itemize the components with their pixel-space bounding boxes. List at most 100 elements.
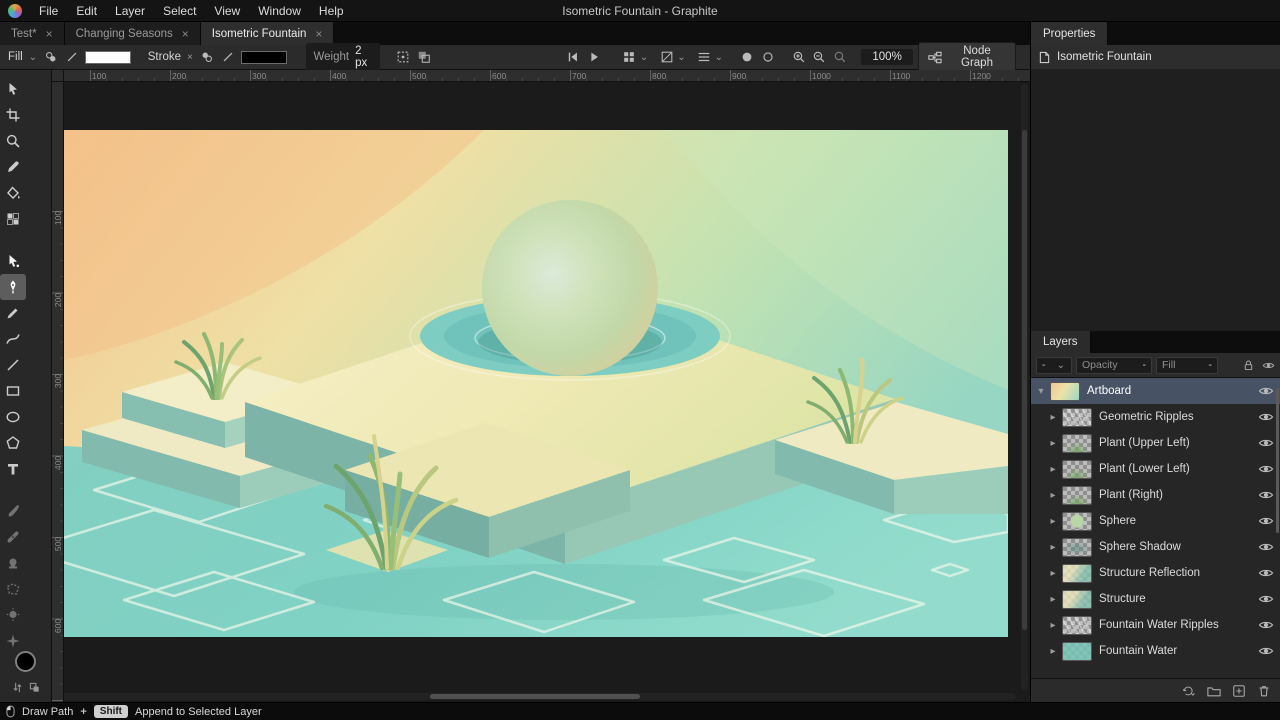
patch-tool[interactable]: [0, 576, 26, 602]
menu-file[interactable]: File: [30, 2, 67, 20]
layer-visibility-toggle[interactable]: [1258, 591, 1274, 607]
layer-row-sphere[interactable]: ▸Sphere: [1031, 508, 1280, 534]
stroke-remove-icon[interactable]: ×: [186, 52, 194, 63]
layer-expand-chevron[interactable]: ▸: [1047, 542, 1059, 553]
artboard[interactable]: [64, 130, 1008, 637]
zoom-out-icon[interactable]: [811, 49, 827, 66]
detail-tool[interactable]: [0, 628, 26, 654]
fill-color-swatch[interactable]: [85, 51, 131, 64]
spline-tool[interactable]: [0, 326, 26, 352]
document-tab-changing-seasons[interactable]: Changing Seasons×: [65, 22, 201, 45]
path-tool[interactable]: [0, 248, 26, 274]
layer-row-geometric-ripples[interactable]: ▸Geometric Ripples: [1031, 404, 1280, 430]
layer-visibility-toggle[interactable]: [1258, 539, 1274, 555]
layer-visibility-toggle[interactable]: [1258, 513, 1274, 529]
ellipse-tool[interactable]: [0, 404, 26, 430]
layer-visibility-toggle[interactable]: [1258, 435, 1274, 451]
brush-tool[interactable]: [0, 498, 26, 524]
fill-field[interactable]: Fill -: [1156, 357, 1218, 374]
opacity-field[interactable]: Opacity -: [1076, 357, 1152, 374]
eyedropper-tool[interactable]: [0, 154, 26, 180]
layer-row-sphere-shadow[interactable]: ▸Sphere Shadow: [1031, 534, 1280, 560]
stroke-weight-field[interactable]: Weight 2 px: [306, 43, 381, 71]
menu-view[interactable]: View: [205, 2, 249, 20]
layer-expand-chevron[interactable]: ▸: [1047, 516, 1059, 527]
canvas-artwork[interactable]: [64, 130, 1008, 637]
freehand-tool[interactable]: [0, 300, 26, 326]
new-folder-icon[interactable]: [1207, 684, 1221, 698]
swap-working-colors-icon[interactable]: [43, 49, 59, 66]
lock-icon[interactable]: [1242, 359, 1255, 372]
skip-to-start-icon[interactable]: [565, 49, 581, 66]
layer-expand-chevron[interactable]: ▸: [1047, 464, 1059, 475]
graphite-logo-icon[interactable]: [8, 4, 22, 18]
layer-visibility-toggle[interactable]: [1258, 409, 1274, 425]
layer-row-fountain-water-ripples[interactable]: ▸Fountain Water Ripples: [1031, 612, 1280, 638]
layer-expand-chevron[interactable]: ▸: [1047, 568, 1059, 579]
zoom-level-field[interactable]: 100%: [861, 49, 913, 65]
menu-window[interactable]: Window: [249, 2, 310, 20]
artboard-tool[interactable]: [0, 102, 26, 128]
gradient-tool[interactable]: [0, 206, 26, 232]
layer-row-structure[interactable]: ▸Structure: [1031, 586, 1280, 612]
viewport[interactable]: 100200300400500600700800900100011001200 …: [52, 70, 1030, 702]
visibility-icon[interactable]: [1262, 359, 1275, 372]
layer-row-structure-reflection[interactable]: ▸Structure Reflection: [1031, 560, 1280, 586]
pen-tool[interactable]: [0, 274, 26, 300]
text-tool[interactable]: [0, 456, 26, 482]
view-mode-dropdown[interactable]: ⌄: [621, 49, 649, 66]
layer-row-fountain-water[interactable]: ▸Fountain Water: [1031, 638, 1280, 664]
layer-visibility-toggle[interactable]: [1258, 565, 1274, 581]
selection-mode-icon[interactable]: [395, 49, 411, 66]
swap-colors-icon[interactable]: [12, 682, 23, 693]
layers-scrollbar-thumb[interactable]: [1276, 388, 1279, 533]
layer-expand-chevron[interactable]: ▾: [1035, 386, 1047, 397]
fill-dropdown-chevron[interactable]: ⌄: [28, 52, 38, 63]
blend-mode-dropdown[interactable]: - ⌄: [1036, 357, 1072, 374]
solid-display-icon[interactable]: [739, 49, 755, 66]
play-icon[interactable]: [586, 49, 602, 66]
layer-expand-chevron[interactable]: ▸: [1047, 438, 1059, 449]
line-tool[interactable]: [0, 352, 26, 378]
zoom-in-icon[interactable]: [791, 49, 807, 66]
tab-properties[interactable]: Properties: [1031, 22, 1108, 45]
node-graph-button[interactable]: Node Graph: [918, 42, 1016, 72]
fill-tool[interactable]: [0, 180, 26, 206]
document-tab-test[interactable]: Test*×: [0, 22, 65, 45]
layer-visibility-toggle[interactable]: [1258, 383, 1274, 399]
delete-layer-icon[interactable]: [1257, 684, 1271, 698]
select-tool[interactable]: [0, 76, 26, 102]
layer-expand-chevron[interactable]: ▸: [1047, 490, 1059, 501]
zoom-reset-icon[interactable]: [832, 49, 848, 66]
document-tab-isometric-fountain[interactable]: Isometric Fountain×: [201, 22, 335, 45]
overlay-blend-icon[interactable]: [416, 49, 432, 66]
snapping-dropdown[interactable]: ⌄: [696, 49, 724, 66]
tab-close-icon[interactable]: ×: [46, 28, 53, 40]
layer-visibility-toggle[interactable]: [1258, 617, 1274, 633]
menu-help[interactable]: Help: [310, 2, 353, 20]
menu-select[interactable]: Select: [154, 2, 205, 20]
navigate-tool[interactable]: [0, 128, 26, 154]
canvas-horizontal-scrollbar-thumb[interactable]: [430, 694, 640, 699]
heal-tool[interactable]: [0, 524, 26, 550]
tab-layers[interactable]: Layers: [1031, 331, 1091, 353]
working-color-indicator[interactable]: [15, 651, 36, 672]
reset-colors-icon[interactable]: [29, 682, 40, 693]
layer-expand-chevron[interactable]: ▸: [1047, 594, 1059, 605]
history-icon[interactable]: [1182, 684, 1196, 698]
menu-edit[interactable]: Edit: [67, 2, 106, 20]
layer-row-plant-upper-left[interactable]: ▸Plant (Upper Left): [1031, 430, 1280, 456]
layer-row-plant-right[interactable]: ▸Plant (Right): [1031, 482, 1280, 508]
layer-visibility-toggle[interactable]: [1258, 643, 1274, 659]
stroke-color-swatch[interactable]: [241, 51, 287, 64]
layer-visibility-toggle[interactable]: [1258, 461, 1274, 477]
no-color-icon[interactable]: [64, 49, 80, 66]
layer-row-plant-lower-left[interactable]: ▸Plant (Lower Left): [1031, 456, 1280, 482]
properties-document-row[interactable]: Isometric Fountain: [1031, 45, 1280, 69]
layer-row-artboard[interactable]: ▾Artboard: [1031, 378, 1280, 404]
canvas-vertical-scrollbar-thumb[interactable]: [1022, 130, 1027, 630]
layer-visibility-toggle[interactable]: [1258, 487, 1274, 503]
clone-tool[interactable]: [0, 550, 26, 576]
relight-tool[interactable]: [0, 602, 26, 628]
tab-close-icon[interactable]: ×: [315, 28, 322, 40]
